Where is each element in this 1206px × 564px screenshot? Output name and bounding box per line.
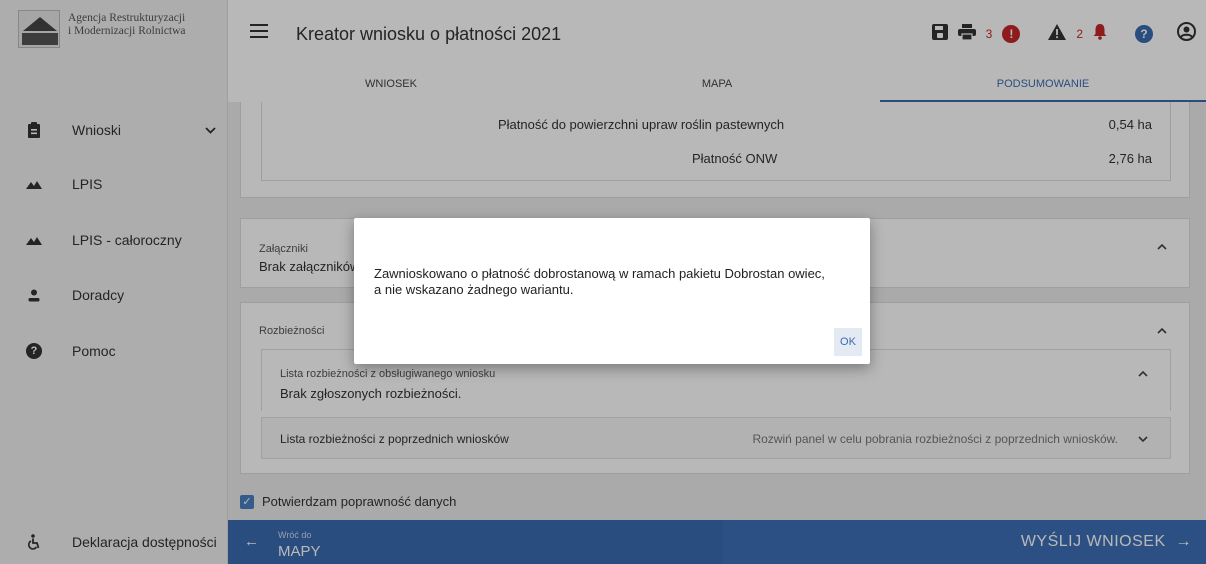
ok-button[interactable]: OK (834, 328, 862, 356)
dialog-message: Zawnioskowano o płatność dobrostanową w … (374, 266, 825, 297)
alert-dialog: Zawnioskowano o płatność dobrostanową w … (354, 218, 870, 364)
